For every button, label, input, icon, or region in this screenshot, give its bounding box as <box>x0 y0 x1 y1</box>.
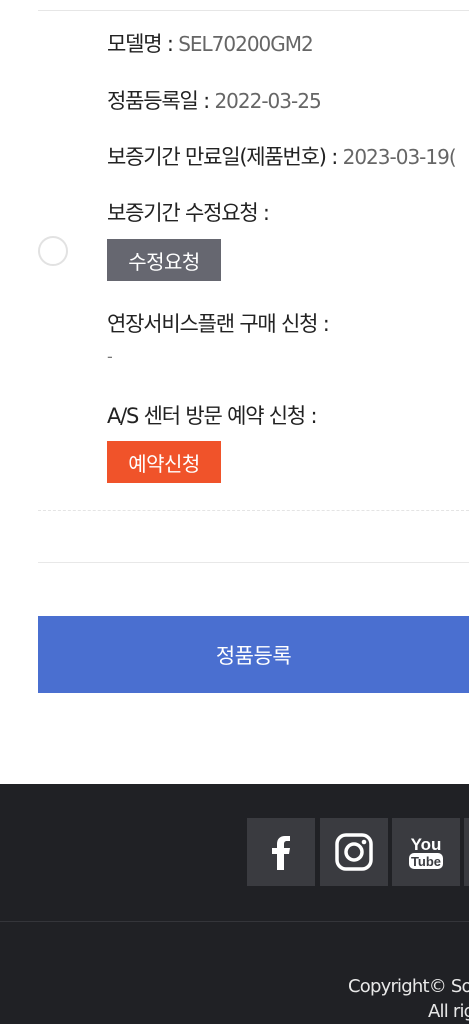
more-social-icon[interactable] <box>464 818 469 886</box>
model-row: 모델명 : SEL70200GM2 <box>107 28 314 58</box>
rights-text: All rig <box>428 1001 469 1022</box>
registration-date-row: 정품등록일 : 2022-03-25 <box>107 85 322 115</box>
registration-date-value: 2022-03-25 <box>214 89 321 113</box>
youtube-text-top: You <box>411 835 442 854</box>
youtube-text-bottom: Tube <box>411 854 441 869</box>
footer-divider <box>0 921 469 922</box>
product-register-button[interactable]: 정품등록 <box>38 616 469 693</box>
reservation-request-button[interactable]: 예약신청 <box>107 441 221 483</box>
warranty-end-label: 보증기간 만료일(제품번호) : <box>107 145 343 169</box>
warranty-end-value: 2023-03-19( <box>342 145 457 169</box>
model-value: SEL70200GM2 <box>178 32 314 56</box>
youtube-icon[interactable]: You Tube <box>392 818 460 886</box>
model-label: 모델명 : <box>107 32 179 56</box>
dashed-divider <box>38 510 469 511</box>
extended-service-value: - <box>107 347 113 366</box>
extended-service-label: 연장서비스플랜 구매 신청 : <box>107 312 330 336</box>
page: 모델명 : SEL70200GM2 정품등록일 : 2022-03-25 보증기… <box>0 0 469 1024</box>
facebook-icon[interactable] <box>247 818 315 886</box>
warranty-edit-request-button[interactable]: 수정요청 <box>107 239 221 281</box>
footer: You Tube Copyright© So All rig <box>0 784 469 1024</box>
instagram-icon[interactable] <box>320 818 388 886</box>
registration-date-label: 정품등록일 : <box>107 89 215 113</box>
solid-divider <box>38 562 469 563</box>
top-divider <box>38 10 469 11</box>
warranty-end-row: 보증기간 만료일(제품번호) : 2023-03-19( <box>107 141 457 171</box>
as-center-label: A/S 센터 방문 예약 신청 : <box>107 404 318 428</box>
warranty-edit-label: 보증기간 수정요청 : <box>107 201 270 225</box>
copyright-text: Copyright© So <box>348 976 469 997</box>
product-radio-button[interactable] <box>38 236 68 266</box>
